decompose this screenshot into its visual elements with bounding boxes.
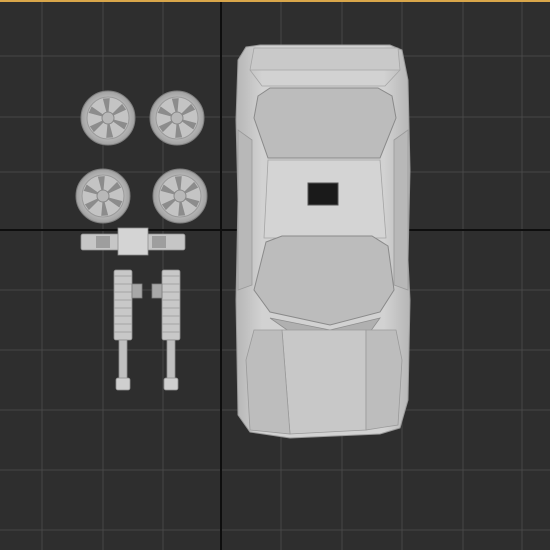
wheel[interactable] (75, 168, 131, 224)
wheel[interactable] (80, 90, 136, 146)
sunroof (307, 182, 339, 206)
windshield (253, 87, 397, 159)
suspension-arm[interactable] (113, 269, 143, 391)
wheels-group[interactable] (75, 90, 208, 224)
active-viewport-border (0, 0, 550, 2)
viewport-scene[interactable] (0, 0, 550, 550)
wheel[interactable] (152, 168, 208, 224)
car-body[interactable] (235, 44, 411, 439)
viewport-top[interactable] (0, 0, 550, 550)
rear-window (253, 235, 395, 326)
wheel[interactable] (149, 90, 205, 146)
suspension-arms[interactable] (113, 269, 181, 391)
suspension-arm[interactable] (151, 269, 181, 391)
axle-part[interactable] (80, 227, 186, 256)
